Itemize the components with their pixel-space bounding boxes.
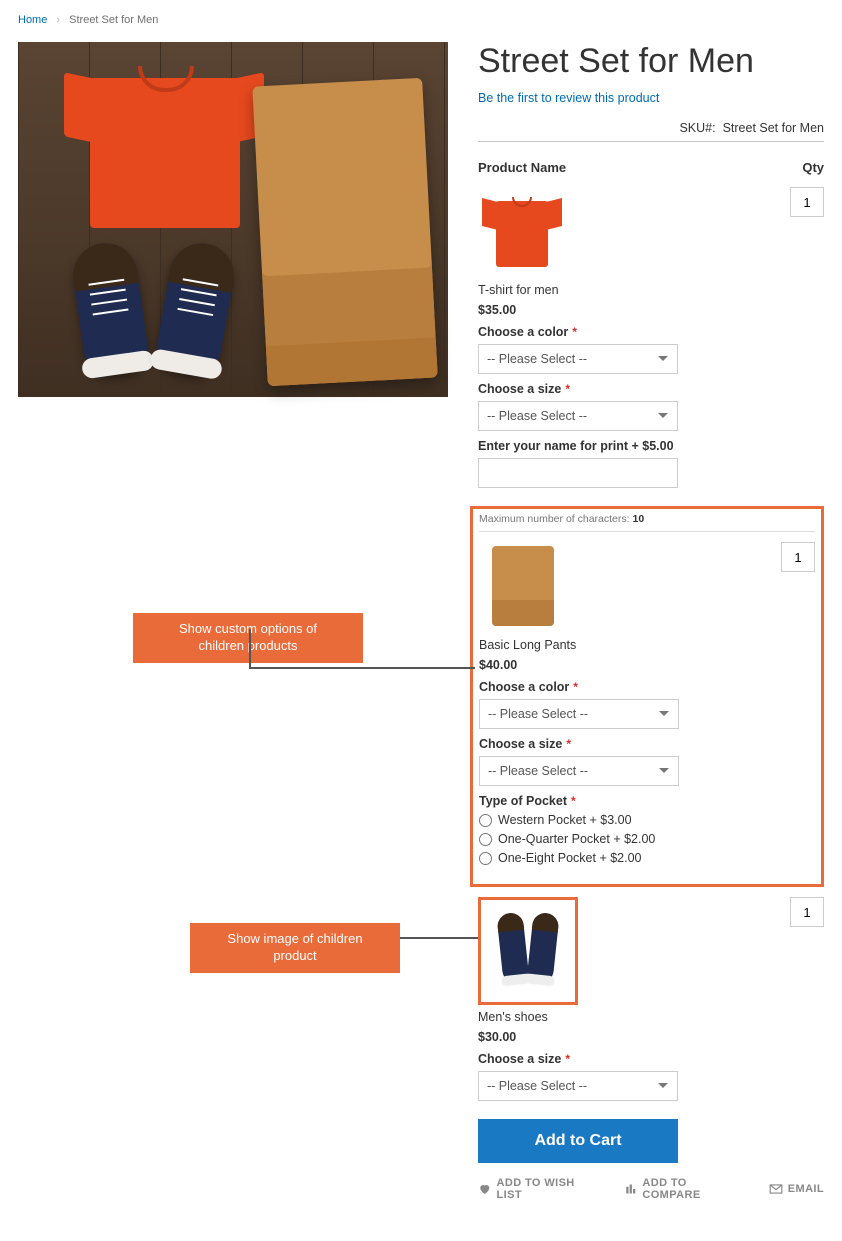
breadcrumb: Home › Street Set for Men <box>18 14 824 26</box>
compare-icon <box>624 1182 638 1196</box>
review-link[interactable]: Be the first to review this product <box>478 91 659 105</box>
child-thumb-shoes[interactable] <box>484 903 572 991</box>
child-product-pants: Basic Long Pants $40.00 Choose a color* … <box>479 542 815 870</box>
add-to-cart-button[interactable]: Add to Cart <box>478 1119 678 1163</box>
select-size-shoes[interactable]: -- Please Select -- <box>478 1071 678 1101</box>
option-label-size: Choose a size <box>478 382 561 396</box>
qty-input-pants[interactable] <box>781 542 815 572</box>
callout-child-image: Show image of children product <box>190 923 400 973</box>
sku-value: Street Set for Men <box>723 121 824 135</box>
option-label-size: Choose a size <box>478 1052 561 1066</box>
mail-icon <box>769 1182 783 1196</box>
input-print-name[interactable] <box>478 458 678 488</box>
add-to-compare-link[interactable]: ADD TO COMPARE <box>624 1177 745 1201</box>
product-main-image[interactable] <box>18 42 448 397</box>
callout-custom-options: Show custom options of children products <box>133 613 363 663</box>
child-product-tshirt: T-shirt for men $35.00 Choose a color * -… <box>478 187 824 488</box>
option-label-size: Choose a size <box>479 737 562 751</box>
option-label-print: Enter your name for print + $5.00 <box>478 439 674 453</box>
select-size-tshirt[interactable]: -- Please Select -- <box>478 401 678 431</box>
child-name: Men's shoes <box>478 1010 678 1024</box>
required-icon: * <box>566 737 571 751</box>
chevron-right-icon: › <box>56 14 60 26</box>
child-thumb-tshirt[interactable] <box>478 187 566 275</box>
required-icon: * <box>565 382 570 396</box>
option-label-pocket: Type of Pocket <box>479 794 567 808</box>
qty-input-tshirt[interactable] <box>790 187 824 217</box>
option-label-color: Choose a color <box>479 680 569 694</box>
child-thumb-pants[interactable] <box>479 542 567 630</box>
qty-input-shoes[interactable] <box>790 897 824 927</box>
required-icon: * <box>573 680 578 694</box>
select-color-tshirt[interactable]: -- Please Select -- <box>478 344 678 374</box>
page-title: Street Set for Men <box>478 42 824 81</box>
required-icon: * <box>571 794 576 808</box>
sku-label: SKU#: <box>679 121 715 135</box>
child-price: $40.00 <box>479 658 679 672</box>
add-to-wishlist-link[interactable]: ADD TO WISH LIST <box>478 1177 600 1201</box>
required-icon: * <box>565 1052 570 1066</box>
option-label-color: Choose a color <box>478 325 568 339</box>
child-product-shoes: Show image of children product Men's sho… <box>478 897 824 1101</box>
radio-pocket-eight[interactable]: One-Eight Pocket + $2.00 <box>479 851 679 865</box>
child-name: T-shirt for men <box>478 283 678 297</box>
email-link[interactable]: EMAIL <box>769 1177 824 1201</box>
select-size-pants[interactable]: -- Please Select -- <box>479 756 679 786</box>
highlight-child-image <box>478 897 578 1005</box>
required-icon: * <box>572 325 577 339</box>
highlight-custom-options: Show custom options of children products… <box>470 506 824 887</box>
breadcrumb-home[interactable]: Home <box>18 14 47 26</box>
divider <box>478 141 824 142</box>
col-product-name: Product Name <box>478 160 566 175</box>
radio-pocket-quarter[interactable]: One-Quarter Pocket + $2.00 <box>479 832 679 846</box>
col-qty: Qty <box>802 160 824 175</box>
select-color-pants[interactable]: -- Please Select -- <box>479 699 679 729</box>
heart-icon <box>478 1182 492 1196</box>
maxchar-label: Maximum number of characters: <box>479 513 630 525</box>
breadcrumb-current: Street Set for Men <box>69 14 158 26</box>
maxchar-value: 10 <box>632 513 644 525</box>
child-name: Basic Long Pants <box>479 638 679 652</box>
child-price: $35.00 <box>478 303 678 317</box>
child-price: $30.00 <box>478 1030 678 1044</box>
radio-pocket-western[interactable]: Western Pocket + $3.00 <box>479 813 679 827</box>
